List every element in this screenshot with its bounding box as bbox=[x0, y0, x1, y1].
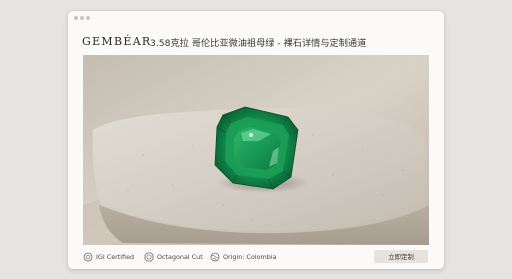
certificate-icon bbox=[83, 252, 93, 262]
window-dot-3[interactable] bbox=[86, 16, 90, 20]
product-hero-image bbox=[83, 55, 429, 245]
emerald-gem bbox=[214, 106, 299, 190]
window-dot-1[interactable] bbox=[74, 16, 78, 20]
window-dot-2[interactable] bbox=[80, 16, 84, 20]
feature-igi: IGI Certified bbox=[83, 251, 134, 263]
feature-cut-label: Octagonal Cut bbox=[157, 253, 203, 261]
page-header: GEMBÉAR 3.58克拉 哥伦比亚微油祖母绿 - 裸石详情与定制通道 bbox=[68, 29, 444, 53]
customize-button[interactable]: 立即定制 bbox=[374, 250, 428, 263]
octagon-cut-icon bbox=[144, 252, 154, 262]
feature-cut: Octagonal Cut bbox=[144, 251, 203, 263]
feature-origin-label: Origin: Colombia bbox=[223, 253, 277, 261]
globe-icon bbox=[210, 252, 220, 262]
page-title: 3.58克拉 哥伦比亚微油祖母绿 - 裸石详情与定制通道 bbox=[150, 38, 367, 49]
brand-logo[interactable]: GEMBÉAR bbox=[82, 35, 152, 48]
feature-igi-label: IGI Certified bbox=[96, 253, 135, 261]
emerald-photo bbox=[83, 55, 429, 245]
window-titlebar bbox=[68, 11, 444, 23]
feature-origin: Origin: Colombia bbox=[210, 251, 277, 263]
app-window: GEMBÉAR 3.58克拉 哥伦比亚微油祖母绿 - 裸石详情与定制通道 IGI… bbox=[68, 11, 444, 269]
product-footer: IGI Certified Octagonal Cut Origin: Colo… bbox=[68, 245, 444, 269]
